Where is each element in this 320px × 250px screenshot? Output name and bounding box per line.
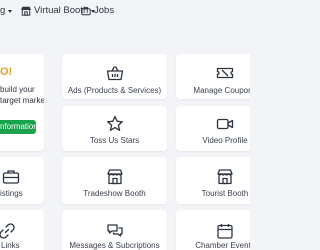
tile-chamber-events[interactable]: Chamber Events bbox=[176, 210, 250, 250]
promo-line-1: build your bbox=[0, 85, 35, 94]
tile-tradeshow-booth-label: Tradeshow Booth bbox=[83, 189, 146, 198]
nav-jobs[interactable]: Jobs bbox=[81, 4, 114, 18]
tile-toss-us-stars-label: Toss Us Stars bbox=[89, 136, 140, 145]
chevron-down-icon bbox=[8, 9, 13, 13]
tile-links-label: Links bbox=[1, 241, 20, 250]
calendar-icon bbox=[216, 222, 234, 240]
top-nav: g Virtual Booth Jobs bbox=[0, 0, 250, 22]
star-icon bbox=[106, 115, 124, 133]
tile-video-profile-label: Video Profile bbox=[202, 136, 248, 145]
tile-messages-subscriptions[interactable]: Messages & Subcriptions bbox=[62, 210, 167, 250]
storefront-icon bbox=[216, 168, 234, 186]
tile-video-profile[interactable]: Video Profile bbox=[176, 106, 250, 151]
more-information-button[interactable]: nformation bbox=[0, 120, 36, 134]
tile-listings-label: istings bbox=[0, 189, 23, 198]
link-icon bbox=[0, 222, 16, 240]
coupon-icon bbox=[216, 64, 234, 82]
tile-manage-coupons-label: Manage Coupons bbox=[193, 86, 250, 95]
tile-listings[interactable]: istings bbox=[0, 157, 44, 204]
storefront-icon bbox=[21, 6, 31, 16]
tile-ads[interactable]: Ads (Products & Services) bbox=[62, 54, 167, 99]
briefcase-icon bbox=[81, 6, 91, 16]
basket-icon bbox=[106, 64, 124, 82]
tile-manage-coupons[interactable]: Manage Coupons bbox=[176, 54, 250, 99]
tile-tradeshow-booth[interactable]: Tradeshow Booth bbox=[62, 157, 167, 204]
tile-tourist-booth-label: Tourist Booth bbox=[201, 189, 249, 198]
promo-title: O! bbox=[0, 66, 13, 78]
tile-messages-subscriptions-label: Messages & Subcriptions bbox=[69, 241, 160, 250]
tile-links[interactable]: Links bbox=[0, 210, 44, 250]
chat-bubbles-icon bbox=[106, 222, 124, 240]
tile-chamber-events-label: Chamber Events bbox=[195, 241, 250, 250]
tile-toss-us-stars[interactable]: Toss Us Stars bbox=[62, 106, 167, 151]
nav-dropdown-partial[interactable]: g bbox=[0, 4, 13, 18]
briefcase-icon bbox=[2, 168, 20, 186]
video-camera-icon bbox=[216, 115, 234, 133]
promo-card: O! build your target market. nformation bbox=[0, 54, 44, 151]
dashboard: g Virtual Booth Jobs O! build your targe… bbox=[0, 0, 250, 250]
nav-dropdown-label: g bbox=[0, 5, 6, 16]
tile-ads-label: Ads (Products & Services) bbox=[67, 86, 162, 95]
storefront-icon bbox=[106, 168, 124, 186]
promo-line-2: target market. bbox=[0, 96, 44, 105]
tile-tourist-booth[interactable]: Tourist Booth bbox=[176, 157, 250, 204]
nav-jobs-label: Jobs bbox=[94, 5, 115, 16]
